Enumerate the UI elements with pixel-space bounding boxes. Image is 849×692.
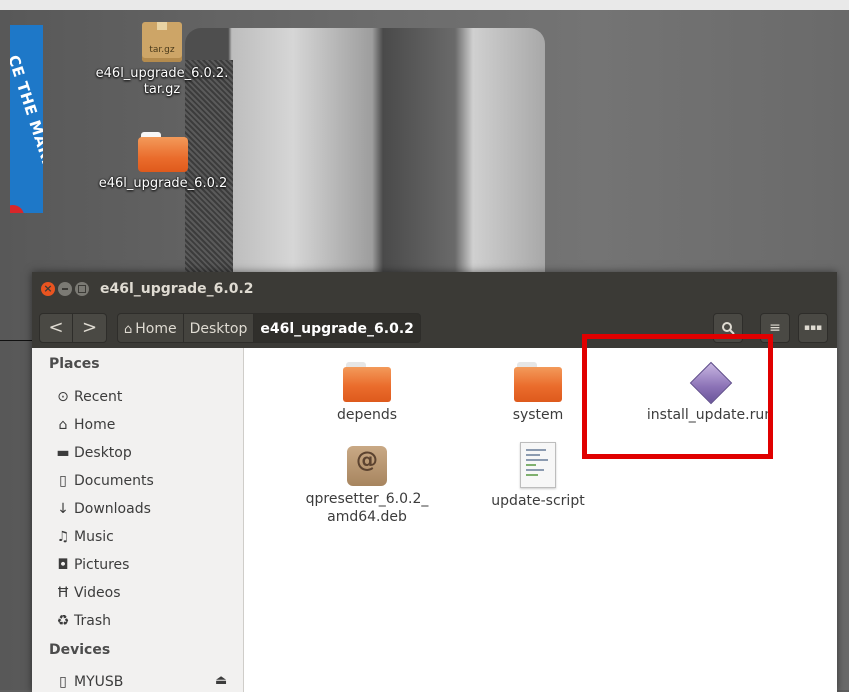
close-button[interactable]: × [41, 282, 55, 296]
poster-text: CE THE MARK [10, 52, 43, 173]
breadcrumb-current[interactable]: e46l_upgrade_6.0.2 [254, 313, 421, 343]
desktop-icon-tar-gz[interactable]: tar.gz e46l_upgrade_6.0.2. tar.gz [82, 22, 242, 98]
poster-dot [10, 205, 24, 213]
script-icon [520, 442, 556, 488]
sidebar-heading-places: Places [49, 356, 100, 372]
file-name: qpresetter_6.0.2_ amd64.deb [305, 491, 429, 525]
divider [0, 340, 36, 341]
titlebar: × e46l_upgrade_6.0.2 [32, 272, 837, 309]
breadcrumb: ⌂ Home Desktop e46l_upgrade_6.0.2 [117, 313, 421, 343]
document-icon: ▯ [59, 473, 67, 489]
sidebar-item-label: Downloads [74, 501, 151, 517]
sidebar: Places ⊙ Recent ⌂ Home ▬ Desktop ▯ Documents… [32, 348, 244, 692]
sidebar-item-videos[interactable]: Ħ Videos [54, 582, 121, 604]
file-item-qpresetter-deb[interactable]: qpresetter_6.0.2_ amd64.deb [292, 446, 442, 526]
home-icon: ⌂ [58, 417, 68, 433]
archive-icon: tar.gz [142, 22, 182, 62]
sidebar-item-label: Recent [74, 389, 123, 405]
sidebar-item-music[interactable]: ♫ Music [54, 526, 114, 548]
window-title: e46l_upgrade_6.0.2 [100, 281, 254, 297]
sidebar-item-label: Pictures [74, 557, 130, 573]
sidebar-item-pictures[interactable]: ◘ Pictures [54, 554, 129, 576]
desktop-top-strip [0, 0, 849, 10]
minimize-button[interactable] [58, 282, 72, 296]
maximize-button[interactable] [75, 282, 89, 296]
desktop-icon-label: e46l_upgrade_6.0.2. tar.gz [95, 66, 229, 97]
desktop-icon-label: e46l_upgrade_6.0.2 [98, 176, 228, 191]
folder-icon: ▬ [56, 445, 70, 461]
breadcrumb-home[interactable]: ⌂ Home [117, 313, 184, 343]
breadcrumb-label: Home [135, 321, 177, 337]
sidebar-item-recent[interactable]: ⊙ Recent [54, 386, 122, 408]
film-icon: Ħ [56, 585, 70, 601]
forward-button[interactable]: > [73, 313, 107, 343]
sidebar-item-label: Music [74, 529, 114, 545]
trash-icon: ♻ [56, 613, 70, 629]
usb-drive-icon: ▯ [59, 674, 67, 690]
nav-buttons: < > [39, 313, 107, 343]
back-button[interactable]: < [39, 313, 73, 343]
sidebar-item-label: Trash [74, 613, 111, 629]
home-icon: ⌂ [124, 322, 133, 337]
sidebar-item-home[interactable]: ⌂ Home [54, 414, 116, 436]
sidebar-item-trash[interactable]: ♻ Trash [54, 610, 111, 632]
folder-icon [514, 362, 562, 402]
sidebar-item-label: MYUSB [74, 674, 124, 690]
file-item-depends[interactable]: depends [292, 362, 442, 424]
music-icon: ♫ [56, 529, 70, 545]
highlight-box [582, 334, 773, 459]
poster: CE THE MARK [10, 25, 43, 213]
clock-icon: ⊙ [57, 389, 69, 405]
sidebar-item-label: Home [74, 417, 116, 433]
archive-badge: tar.gz [149, 45, 175, 55]
camera-icon: ◘ [57, 557, 69, 573]
sidebar-heading-devices: Devices [49, 642, 111, 658]
folder-icon [138, 132, 188, 172]
sidebar-item-downloads[interactable]: ↓ Downloads [54, 498, 151, 520]
sidebar-item-label: Desktop [74, 445, 132, 461]
sidebar-item-documents[interactable]: ▯ Documents [54, 470, 154, 492]
folder-icon [343, 362, 391, 402]
deb-package-icon [347, 446, 387, 486]
file-name: update-script [491, 493, 585, 509]
desktop-icon-folder[interactable]: e46l_upgrade_6.0.2 [83, 132, 243, 192]
breadcrumb-desktop[interactable]: Desktop [183, 313, 255, 343]
grid-icon: ▪▪▪ [803, 323, 823, 333]
sidebar-item-myusb[interactable]: ▯ MYUSB [54, 671, 123, 692]
sidebar-item-label: Videos [74, 585, 121, 601]
grid-view-button[interactable]: ▪▪▪ [798, 313, 828, 343]
download-icon: ↓ [57, 501, 69, 517]
sidebar-item-desktop[interactable]: ▬ Desktop [54, 442, 132, 464]
eject-icon[interactable]: ⏏ [215, 673, 227, 688]
sidebar-item-label: Documents [74, 473, 154, 489]
file-name: depends [336, 407, 398, 423]
search-icon [722, 322, 735, 335]
